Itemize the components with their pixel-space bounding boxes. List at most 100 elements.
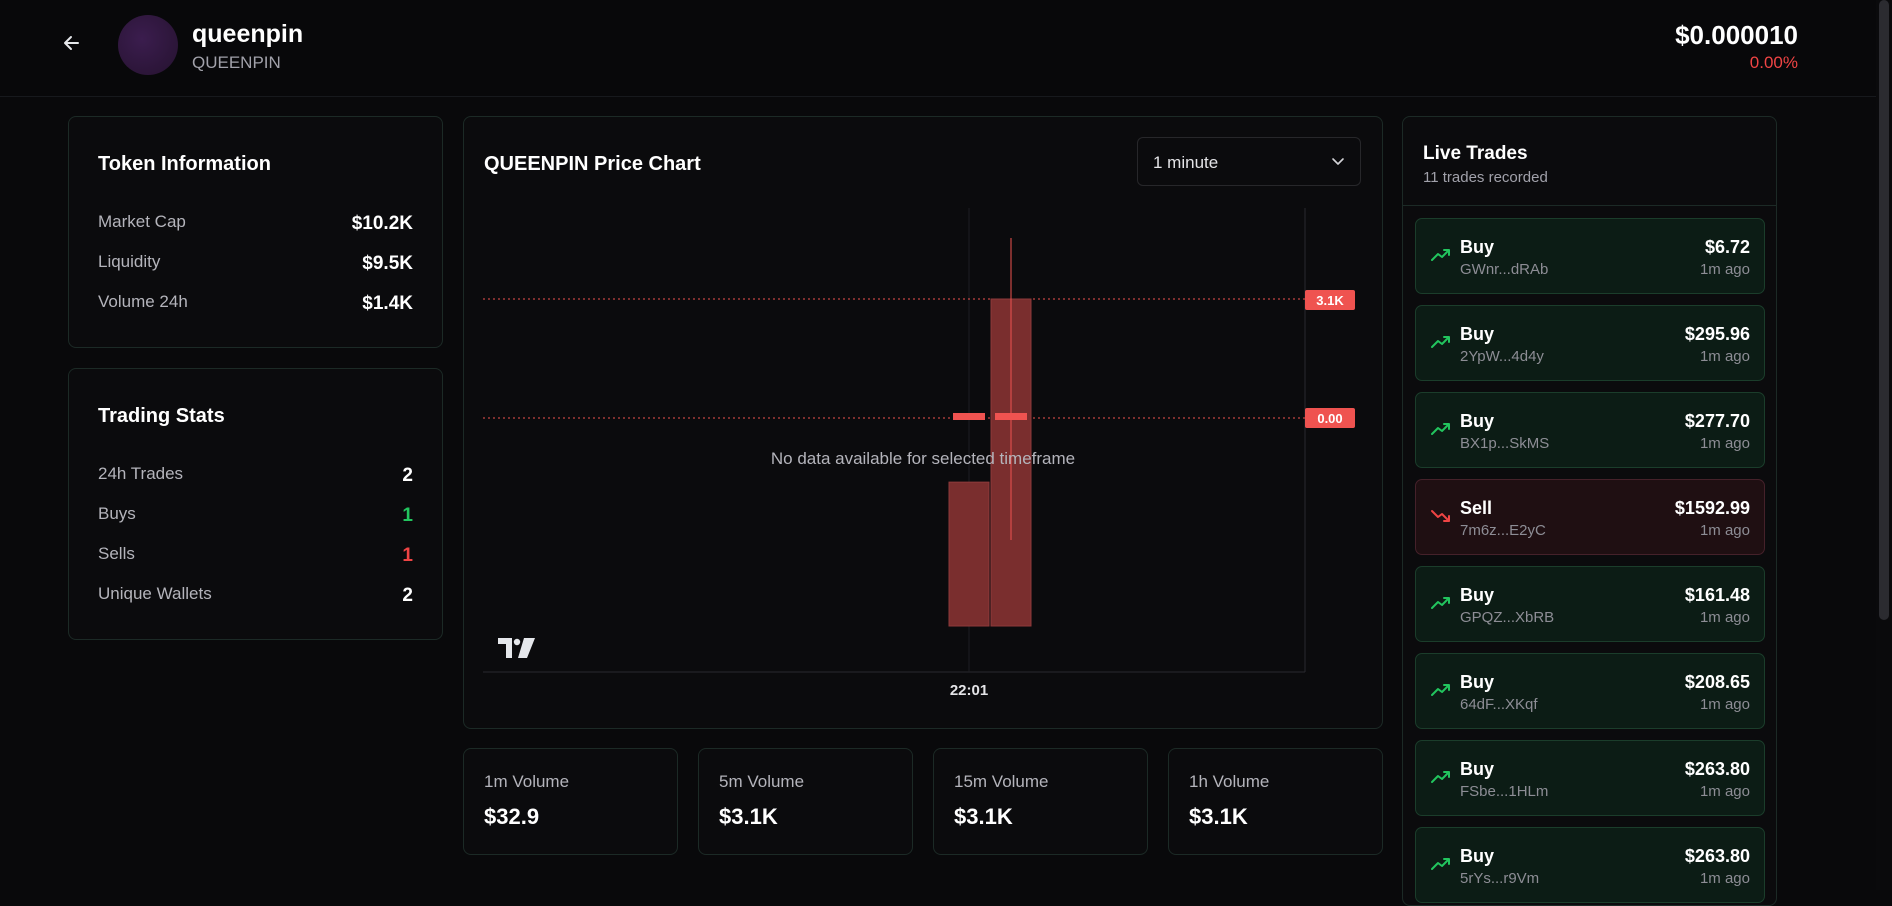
trade-wallet: BX1p...SkMS	[1460, 435, 1550, 452]
volume-card-1h: 1h Volume $3.1K	[1168, 748, 1383, 855]
arrow-left-icon	[64, 36, 79, 50]
trade-wallet: GPQZ...XbRB	[1460, 609, 1555, 626]
token-info-title: Token Information	[98, 153, 271, 175]
trade-type: Buy	[1460, 411, 1495, 431]
price-chart[interactable]: 3.1K 0.00 No data available for selected…	[483, 208, 1363, 708]
token-header: queenpin QUEENPIN $0.000010 0.00%	[0, 0, 1892, 97]
unique-wallets-label: Unique Wallets	[98, 584, 212, 603]
chart-title: QUEENPIN Price Chart	[484, 153, 701, 175]
trade-item[interactable]: Buy 64dF...XKqf $208.65 1m ago	[1415, 653, 1765, 729]
trade-type: Buy	[1460, 846, 1495, 866]
scrollbar-thumb[interactable]	[1879, 0, 1889, 620]
trade-amount: $1592.99	[1674, 498, 1750, 518]
trending-up-icon	[1431, 249, 1450, 261]
trade-item[interactable]: Buy 2YpW...4d4y $295.96 1m ago	[1415, 305, 1765, 381]
timeframe-select[interactable]: 1 minute	[1137, 137, 1361, 186]
trade-amount: $295.96	[1684, 324, 1750, 344]
trading-stats-card: Trading Stats 24h Trades 2 Buys 1 Sells …	[68, 368, 443, 640]
buys-value: 1	[402, 505, 413, 526]
price-change: 0.00%	[1749, 53, 1798, 72]
trending-up-icon	[1431, 858, 1450, 870]
back-button[interactable]	[60, 31, 84, 55]
trade-time: 1m ago	[1699, 348, 1750, 365]
trending-up-icon	[1431, 771, 1450, 783]
trade-item[interactable]: Buy GPQZ...XbRB $161.48 1m ago	[1415, 566, 1765, 642]
volume-card-15m: 15m Volume $3.1K	[933, 748, 1148, 855]
trade-wallet: 5rYs...r9Vm	[1460, 870, 1540, 887]
trending-up-icon	[1431, 597, 1450, 609]
market-cap-label: Market Cap	[98, 212, 186, 231]
token-price: $0.000010	[1675, 20, 1798, 50]
tradingview-logo	[498, 638, 535, 658]
live-trades-divider	[1403, 205, 1776, 206]
x-tick-label: 22:01	[950, 682, 988, 699]
volume-1h-value: $3.1K	[1189, 804, 1248, 829]
candle-marker	[953, 413, 985, 420]
trade-time: 1m ago	[1699, 783, 1750, 800]
live-trades-subtitle: 11 trades recorded	[1423, 169, 1548, 186]
trade-wallet: FSbe...1HLm	[1460, 783, 1549, 800]
volume-24h-label: Volume 24h	[98, 292, 188, 311]
trade-time: 1m ago	[1699, 261, 1750, 278]
live-trades-panel: Live Trades 11 trades recorded Buy GWnr..…	[1402, 116, 1777, 906]
page-scrollbar[interactable]	[1876, 0, 1892, 890]
trade-wallet: 2YpW...4d4y	[1460, 348, 1544, 365]
price-tag-high-text: 3.1K	[1316, 293, 1344, 308]
trade-amount: $161.48	[1684, 585, 1750, 605]
volume-1m-label: 1m Volume	[484, 772, 570, 791]
volume-bar	[948, 481, 990, 627]
trade-time: 1m ago	[1699, 522, 1750, 539]
unique-wallets-value: 2	[402, 585, 413, 606]
trade-time: 1m ago	[1699, 696, 1750, 713]
liquidity-label: Liquidity	[98, 252, 161, 271]
market-cap-value: $10.2K	[351, 213, 413, 234]
trade-item[interactable]: Sell 7m6z...E2yC $1592.99 1m ago	[1415, 479, 1765, 555]
trade-type: Buy	[1460, 759, 1495, 779]
volume-24h-value: $1.4K	[362, 293, 413, 314]
timeframe-value: 1 minute	[1153, 153, 1219, 172]
liquidity-value: $9.5K	[362, 253, 413, 274]
trade-type: Sell	[1460, 498, 1493, 518]
trade-type: Buy	[1460, 672, 1495, 692]
volume-5m-label: 5m Volume	[719, 772, 805, 791]
volume-card-5m: 5m Volume $3.1K	[698, 748, 913, 855]
trade-amount: $277.70	[1684, 411, 1750, 431]
token-name: queenpin	[192, 20, 304, 48]
trade-type: Buy	[1460, 324, 1495, 344]
volume-1m-value: $32.9	[484, 804, 540, 829]
trending-up-icon	[1431, 423, 1450, 435]
volume-card-1m: 1m Volume $32.9	[463, 748, 678, 855]
trade-time: 1m ago	[1699, 609, 1750, 626]
token-avatar	[118, 15, 178, 75]
trade-time: 1m ago	[1699, 870, 1750, 887]
trade-wallet: 7m6z...E2yC	[1460, 522, 1546, 539]
trade-wallet: 64dF...XKqf	[1460, 696, 1538, 713]
token-symbol: QUEENPIN	[192, 53, 281, 72]
token-info-card: Token Information Market Cap $10.2K Liqu…	[68, 116, 443, 348]
trending-up-icon	[1431, 684, 1450, 696]
sells-value: 1	[402, 545, 413, 566]
trade-item[interactable]: Buy 5rYs...r9Vm $263.80 1m ago	[1415, 827, 1765, 903]
trade-type: Buy	[1460, 585, 1495, 605]
trade-amount: $263.80	[1684, 759, 1750, 779]
volume-1h-label: 1h Volume	[1189, 772, 1270, 791]
trades-24h-label: 24h Trades	[98, 464, 184, 483]
trade-amount: $208.65	[1684, 672, 1750, 692]
chevron-down-icon	[1332, 158, 1344, 165]
trading-stats-title: Trading Stats	[98, 405, 225, 427]
sells-label: Sells	[98, 544, 135, 563]
trade-item[interactable]: Buy FSbe...1HLm $263.80 1m ago	[1415, 740, 1765, 816]
volume-5m-value: $3.1K	[719, 804, 778, 829]
buys-label: Buys	[98, 504, 136, 523]
trade-item[interactable]: Buy GWnr...dRAb $6.72 1m ago	[1415, 218, 1765, 294]
live-trades-title: Live Trades	[1423, 143, 1528, 164]
trade-wallet: GWnr...dRAb	[1460, 261, 1549, 278]
price-tag-zero-text: 0.00	[1317, 411, 1342, 426]
trades-24h-value: 2	[402, 465, 413, 486]
trade-type: Buy	[1460, 237, 1495, 257]
trending-down-icon	[1431, 510, 1450, 522]
chart-empty-message: No data available for selected timeframe	[771, 449, 1075, 468]
trade-item[interactable]: Buy BX1p...SkMS $277.70 1m ago	[1415, 392, 1765, 468]
trade-time: 1m ago	[1699, 435, 1750, 452]
trending-up-icon	[1431, 336, 1450, 348]
